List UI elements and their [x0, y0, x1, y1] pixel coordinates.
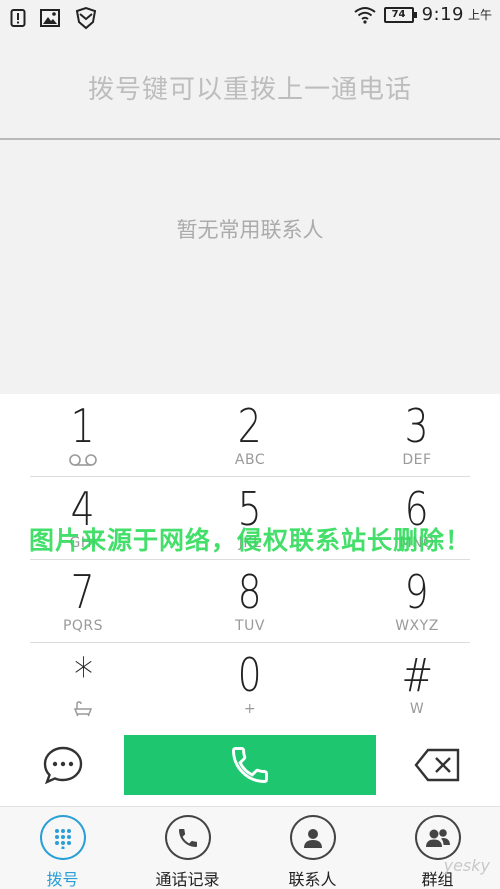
key-2[interactable]: 2 ABC: [167, 394, 333, 477]
tab-call-log[interactable]: 通话记录: [125, 815, 250, 889]
key-letters: MNO: [399, 535, 435, 551]
key-digit: 2: [237, 399, 263, 453]
key-6[interactable]: 6 MNO: [334, 477, 500, 560]
key-star[interactable]: *: [0, 643, 166, 726]
dialpad-icon: [39, 815, 86, 860]
tab-groups[interactable]: 群组: [375, 815, 500, 889]
backspace-icon: [414, 748, 460, 782]
tab-label: 通话记录: [155, 870, 220, 889]
phone-icon: [232, 747, 268, 783]
dialer-action-row: [0, 726, 500, 806]
key-letters: GHI: [69, 535, 97, 551]
key-letters: TUV: [235, 618, 265, 634]
status-bar-left: [10, 6, 98, 30]
group-icon: [414, 815, 461, 860]
key-letters: WXYZ: [395, 618, 439, 634]
key-5[interactable]: 5 JKL: [167, 477, 333, 560]
key-hash[interactable]: # W: [334, 643, 500, 726]
alert-icon: [10, 9, 26, 27]
key-4[interactable]: 4 GHI: [0, 477, 166, 560]
phone-icon: [164, 815, 211, 860]
tab-label: 联系人: [288, 870, 337, 889]
tab-label: 群组: [421, 870, 454, 889]
key-digit: *: [73, 648, 93, 702]
key-digit: 8: [237, 565, 263, 619]
key-letters: W: [409, 701, 425, 717]
bath-icon: [72, 701, 94, 717]
tab-dialpad[interactable]: 拨号: [0, 815, 125, 889]
key-digit: 6: [404, 482, 430, 536]
voicemail-icon: [68, 452, 98, 468]
clock-time: 9:19: [421, 4, 464, 25]
key-digit: 3: [404, 399, 430, 453]
key-digit: 4: [70, 482, 96, 536]
image-icon: [40, 9, 60, 27]
key-digit: 1: [70, 399, 96, 453]
message-button[interactable]: [40, 742, 86, 788]
key-7[interactable]: 7 PQRS: [0, 560, 166, 643]
favorites-empty-text: 暂无常用联系人: [176, 218, 324, 242]
tab-contacts[interactable]: 联系人: [250, 815, 375, 889]
redial-hint: 拨号键可以重拨上一通电话: [87, 74, 412, 105]
key-3[interactable]: 3 DEF: [334, 394, 500, 477]
battery-icon: 74: [383, 6, 417, 23]
key-digit: 0: [237, 648, 263, 702]
tab-label: 拨号: [46, 870, 79, 889]
key-digit: #: [401, 648, 433, 702]
dialpad-row-3: 7 PQRS 8 TUV 9 WXYZ: [0, 560, 500, 643]
dialpad-row-4: * 0 + # W: [0, 643, 500, 726]
dialpad-row-2: 4 GHI 5 JKL 6 MNO: [0, 477, 500, 560]
call-button[interactable]: [124, 735, 376, 795]
clock-ampm: 上午: [467, 8, 492, 22]
delete-button[interactable]: [412, 744, 462, 786]
status-bar: 74 9:19 上午: [0, 0, 500, 36]
key-0[interactable]: 0 +: [167, 643, 333, 726]
person-icon: [289, 815, 336, 860]
key-letters: JKL: [238, 535, 262, 551]
wifi-icon: [353, 6, 376, 24]
key-letters: PQRS: [62, 618, 104, 634]
favorites-area: 暂无常用联系人: [0, 142, 500, 394]
key-9[interactable]: 9 WXYZ: [334, 560, 500, 643]
key-8[interactable]: 8 TUV: [167, 560, 333, 643]
status-bar-right: 74 9:19 上午: [353, 4, 492, 25]
key-digit: 9: [404, 565, 430, 619]
key-letters: DEF: [402, 452, 432, 468]
number-display[interactable]: 拨号键可以重拨上一通电话: [0, 36, 500, 140]
dialpad: 1 2 ABC 3 DEF 4 GHI 5 JKL 6 MNO 7 PQRS 8…: [0, 394, 500, 726]
shield-icon: [75, 6, 97, 30]
key-letters: +: [243, 701, 257, 717]
message-icon: [43, 746, 83, 785]
key-1[interactable]: 1: [0, 394, 166, 477]
key-digit: 7: [70, 565, 96, 619]
dialpad-row-1: 1 2 ABC 3 DEF: [0, 394, 500, 477]
bottom-nav: 拨号 通话记录 联系人 群组: [0, 806, 500, 889]
key-digit: 5: [237, 482, 263, 536]
key-letters: ABC: [234, 452, 266, 468]
